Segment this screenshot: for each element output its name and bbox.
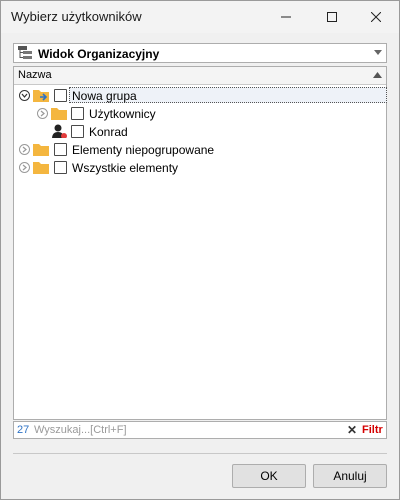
minimize-button[interactable] <box>263 1 309 33</box>
close-icon <box>371 12 381 22</box>
sort-ascending-icon <box>373 72 382 78</box>
chevron-down-icon <box>374 50 382 55</box>
clear-search-icon[interactable]: ✕ <box>347 423 357 437</box>
window-title: Wybierz użytkowników <box>11 9 142 24</box>
checkbox-wszystkie-elementy[interactable] <box>54 161 67 174</box>
folder-icon <box>33 162 49 174</box>
tree-row-elementy-niepogrupowane[interactable]: Elementy niepogrupowane <box>14 141 386 159</box>
user-icon <box>52 124 67 138</box>
org-tree-icon <box>18 46 32 59</box>
minimize-icon <box>281 16 291 18</box>
tree-item-label: Użytkownicy <box>89 107 156 121</box>
collapse-circle-icon[interactable] <box>19 90 30 101</box>
column-header-label: Nazwa <box>18 69 52 81</box>
view-select[interactable]: Widok Organizacyjny <box>13 43 387 63</box>
folder-icon <box>33 144 49 156</box>
tree-item-label: Konrad <box>89 125 128 139</box>
title-bar: Wybierz użytkowników <box>1 1 399 33</box>
tree-item-label: Elementy niepogrupowane <box>72 143 215 157</box>
tree-item-label: Nowa grupa <box>72 89 137 103</box>
cancel-button[interactable]: Anuluj <box>313 464 387 488</box>
tree-row-konrad[interactable]: Konrad <box>14 123 386 141</box>
checkbox-uzytkownicy[interactable] <box>71 107 84 120</box>
search-input[interactable]: Wyszukaj...[Ctrl+F] <box>34 424 127 436</box>
search-bar[interactable]: 27 Wyszukaj...[Ctrl+F] ✕ Filtr <box>13 421 387 439</box>
column-header-name[interactable]: Nazwa <box>14 67 386 85</box>
tree-row-wszystkie-elementy[interactable]: Wszystkie elementy <box>14 159 386 177</box>
tree-item-label: Wszystkie elementy <box>72 161 179 175</box>
filter-button[interactable]: Filtr <box>362 424 383 436</box>
item-count: 27 <box>17 424 30 436</box>
ok-button[interactable]: OK <box>232 464 306 488</box>
divider <box>13 453 387 454</box>
maximize-icon <box>327 12 337 22</box>
close-button[interactable] <box>353 1 399 33</box>
user-tree: Nazwa Nowa grupa Użytkownicy Konrad Elem… <box>13 66 387 420</box>
tree-row-nowa-grupa[interactable]: Nowa grupa <box>14 87 387 105</box>
view-select-value: Widok Organizacyjny <box>38 47 160 61</box>
group-folder-icon <box>33 90 49 102</box>
checkbox-elementy-niepogrupowane[interactable] <box>54 143 67 156</box>
checkbox-konrad[interactable] <box>71 125 84 138</box>
folder-icon <box>51 108 67 120</box>
checkbox-nowa-grupa[interactable] <box>54 89 67 102</box>
expand-circle-icon[interactable] <box>37 108 48 119</box>
expand-circle-icon[interactable] <box>19 162 30 173</box>
dialog-window: Wybierz użytkowników Widok Organizacyjny… <box>0 0 400 500</box>
tree-row-uzytkownicy[interactable]: Użytkownicy <box>14 105 386 123</box>
expand-circle-icon[interactable] <box>19 144 30 155</box>
maximize-button[interactable] <box>309 1 355 33</box>
